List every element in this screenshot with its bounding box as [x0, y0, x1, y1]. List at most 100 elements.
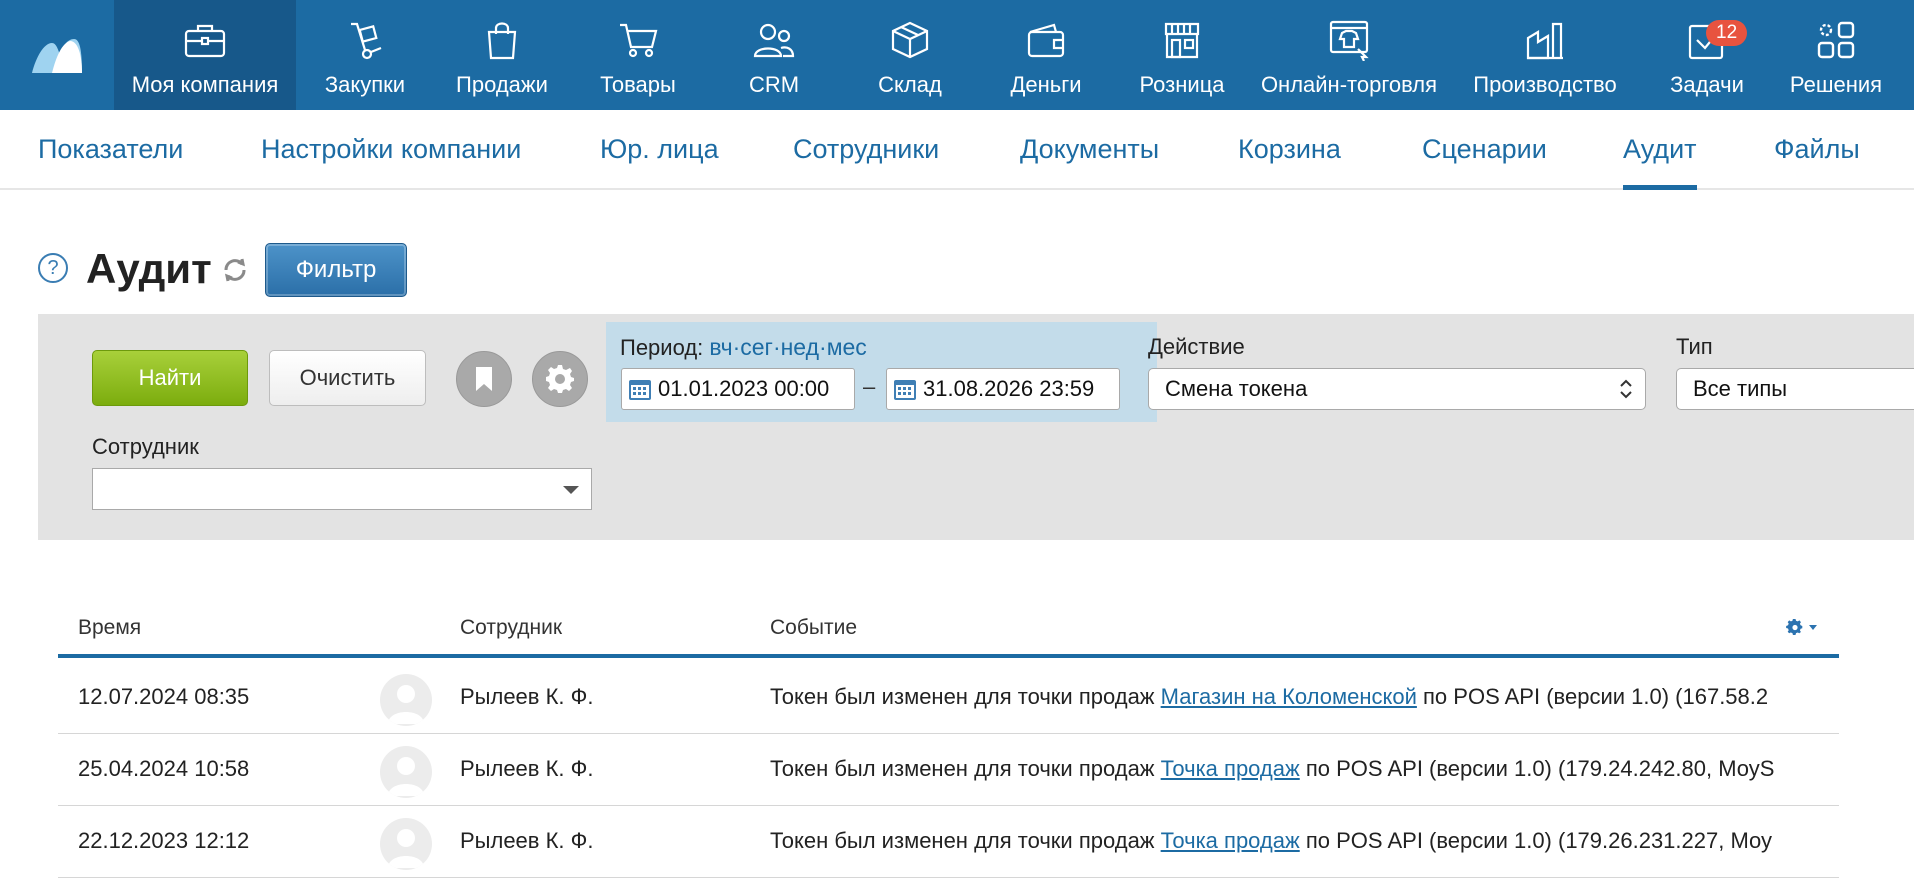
nav-label: Онлайн-торговля — [1260, 72, 1438, 97]
period-link-today[interactable]: сег — [740, 334, 773, 360]
apps-icon — [1816, 18, 1856, 62]
event-link[interactable]: Точка продаж — [1161, 828, 1300, 853]
page-title: Аудит — [86, 245, 212, 292]
table-row[interactable]: 22.12.2023 12:12 Рылеев К. Ф. Токен был … — [58, 806, 1839, 878]
type-select-value: Все типы — [1693, 376, 1788, 401]
find-button[interactable]: Найти — [92, 350, 248, 406]
date-from-value: 01.01.2023 00:00 — [658, 376, 830, 401]
event-link[interactable]: Точка продаж — [1161, 756, 1300, 781]
calendar-icon — [894, 380, 916, 400]
shopping-bag-icon — [486, 18, 518, 62]
logo-icon — [32, 39, 82, 73]
tab-indicators[interactable]: Показатели — [38, 110, 183, 190]
updown-chevron-icon — [1620, 379, 1632, 399]
calendar-icon — [629, 380, 651, 400]
refresh-icon[interactable] — [222, 258, 248, 287]
dropdown-arrow-icon — [563, 486, 579, 494]
gear-dropdown-icon — [1786, 618, 1817, 635]
nav-production[interactable]: Производство — [1448, 0, 1642, 110]
row-employee: Рылеев К. Ф. — [460, 828, 594, 853]
filter-settings-button[interactable] — [532, 351, 588, 407]
date-from-input[interactable]: 01.01.2023 00:00 — [621, 368, 855, 410]
event-text: по POS API (версии 1.0) (179.26.231.227,… — [1299, 828, 1773, 853]
period-link-month[interactable]: мес — [827, 334, 867, 360]
column-event[interactable]: Событие — [770, 616, 857, 640]
tab-audit[interactable]: Аудит — [1623, 110, 1697, 190]
tab-trash[interactable]: Корзина — [1238, 110, 1341, 190]
help-icon[interactable]: ? — [38, 253, 68, 283]
column-time[interactable]: Время — [78, 616, 141, 640]
nav-label: Производство — [1473, 72, 1617, 97]
event-link[interactable]: Магазин на Коломенской — [1161, 684, 1417, 709]
nav-purchases[interactable]: Закупки — [296, 0, 434, 110]
event-text: по POS API (версии 1.0) (179.24.242.80, … — [1299, 756, 1775, 781]
row-employee: Рылеев К. Ф. — [460, 684, 594, 709]
action-label: Действие — [1148, 334, 1245, 359]
nav-label: Деньги — [1010, 72, 1082, 97]
top-navigation: Моя компания Закупки Продажи Товары CRM … — [0, 0, 1914, 110]
tab-files[interactable]: Файлы — [1774, 110, 1860, 190]
period-label: Период: вч·сег·нед·мес — [620, 334, 867, 360]
row-event: Токен был изменен для точки продаж Магаз… — [770, 684, 1829, 710]
cart-icon — [618, 18, 658, 62]
nav-label: Товары — [600, 72, 676, 97]
table-row[interactable]: 12.07.2024 08:35 Рылеев К. Ф. Токен был … — [58, 662, 1839, 734]
type-label: Тип — [1676, 334, 1713, 359]
tab-legal-entities[interactable]: Юр. лица — [600, 110, 719, 190]
store-icon — [1162, 18, 1202, 62]
nav-money[interactable]: Деньги — [978, 0, 1114, 110]
online-shop-icon — [1328, 18, 1370, 62]
nav-my-company[interactable]: Моя компания — [114, 0, 296, 110]
avatar — [380, 674, 432, 726]
tab-company-settings[interactable]: Настройки компании — [261, 110, 521, 190]
tab-employees[interactable]: Сотрудники — [793, 110, 939, 190]
filter-button[interactable]: Фильтр — [265, 243, 407, 297]
column-employee[interactable]: Сотрудник — [460, 616, 562, 640]
nav-solutions[interactable]: Решения — [1772, 0, 1900, 110]
row-time: 25.04.2024 10:58 — [78, 756, 250, 781]
table-header: Время Сотрудник Событие — [58, 600, 1839, 658]
briefcase-icon — [184, 18, 226, 62]
nav-crm[interactable]: CRM — [706, 0, 842, 110]
nav-label: Розница — [1139, 72, 1225, 97]
event-text: Токен был изменен для точки продаж — [770, 684, 1161, 709]
action-select[interactable]: Смена токена — [1148, 368, 1646, 410]
box-icon — [890, 18, 930, 62]
tab-documents[interactable]: Документы — [1020, 110, 1159, 190]
tab-scenarios[interactable]: Сценарии — [1422, 110, 1547, 190]
period-link-yesterday[interactable]: вч — [709, 334, 732, 360]
nav-label: Закупки — [324, 72, 406, 97]
employee-label: Сотрудник — [92, 434, 199, 459]
nav-retail[interactable]: Розница — [1114, 0, 1250, 110]
factory-icon — [1525, 18, 1565, 62]
nav-sales[interactable]: Продажи — [434, 0, 570, 110]
row-event: Токен был изменен для точки продаж Точка… — [770, 756, 1829, 782]
nav-label: Задачи — [1670, 72, 1744, 97]
column-settings-button[interactable] — [1785, 618, 1821, 642]
bookmark-button[interactable] — [456, 351, 512, 407]
nav-online-trade[interactable]: Онлайн-торговля — [1250, 0, 1448, 110]
avatar — [380, 746, 432, 798]
hand-truck-icon — [347, 18, 383, 62]
nav-label: Моя компания — [131, 72, 279, 97]
nav-warehouse[interactable]: Склад — [842, 0, 978, 110]
row-event: Токен был изменен для точки продаж Точка… — [770, 828, 1829, 854]
clear-button[interactable]: Очистить — [269, 350, 426, 406]
wallet-icon — [1026, 18, 1066, 62]
period-link-week[interactable]: нед — [781, 334, 819, 360]
row-employee: Рылеев К. Ф. — [460, 756, 594, 781]
employee-select[interactable] — [92, 468, 592, 510]
type-select[interactable]: Все типы — [1676, 368, 1914, 410]
nav-tasks[interactable]: 12 Задачи — [1642, 0, 1772, 110]
nav-label: Продажи — [456, 72, 548, 97]
period-caption: Период: — [620, 335, 704, 360]
date-to-input[interactable]: 31.08.2026 23:59 — [886, 368, 1120, 410]
nav-label: Решения — [1789, 72, 1883, 97]
table-row[interactable]: 25.04.2024 10:58 Рылеев К. Ф. Токен был … — [58, 734, 1839, 806]
action-select-value: Смена токена — [1165, 376, 1308, 401]
logo[interactable] — [0, 0, 114, 110]
nav-goods[interactable]: Товары — [570, 0, 706, 110]
date-to-value: 31.08.2026 23:59 — [923, 376, 1095, 401]
row-time: 22.12.2023 12:12 — [78, 828, 250, 853]
event-text: Токен был изменен для точки продаж — [770, 756, 1161, 781]
